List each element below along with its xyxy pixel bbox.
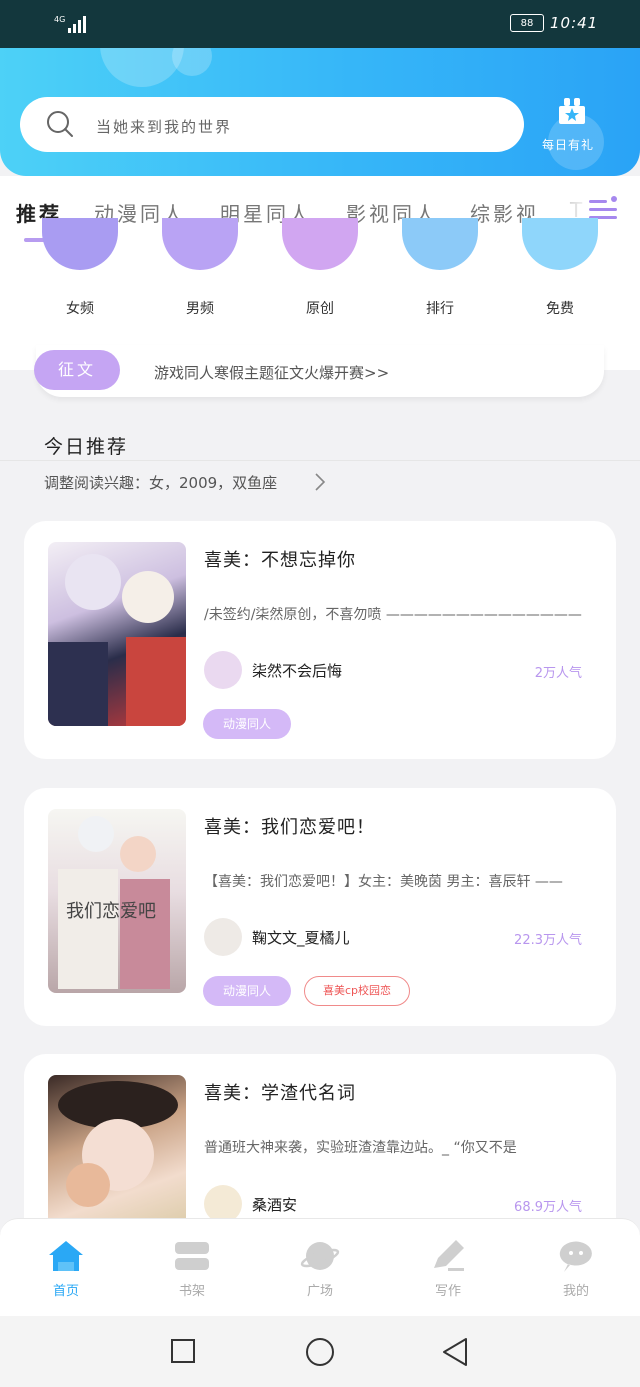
search-input[interactable]: 当她来到我的世界	[96, 116, 232, 137]
divider	[0, 460, 640, 461]
search-icon[interactable]	[46, 110, 74, 138]
contest-link[interactable]: 游戏同人寒假主题征文火爆开赛>>	[154, 362, 389, 383]
popularity-count: 2万人气	[534, 666, 582, 681]
tag-anime-fanfic[interactable]: 动漫同人	[203, 976, 291, 1006]
nav-bookshelf[interactable]: 书架	[162, 1280, 222, 1299]
status-bar	[0, 0, 640, 48]
author-name[interactable]: 桑酒安	[252, 1194, 297, 1215]
profile-icon[interactable]	[556, 1238, 596, 1274]
category-female[interactable]: 女频	[40, 298, 120, 318]
category-original[interactable]: 原创	[280, 298, 360, 318]
book-description: /未签约/柒然原创，不喜勿喷 ——————————————	[204, 607, 582, 623]
book-cover-image[interactable]	[48, 1075, 186, 1235]
book-cover-image[interactable]: 我们恋爱吧	[48, 809, 186, 993]
cover-art	[58, 1081, 178, 1207]
write-icon[interactable]	[428, 1238, 468, 1274]
book-cover-image[interactable]	[48, 542, 186, 726]
home-icon[interactable]	[46, 1238, 86, 1274]
author-avatar[interactable]	[204, 651, 242, 689]
signal-icon: 4G	[54, 15, 86, 33]
home-button-icon[interactable]	[304, 1336, 336, 1368]
back-icon[interactable]	[440, 1336, 470, 1368]
book-description: 【喜美：我们恋爱吧！】女主：美晚茵 男主：喜辰轩 ——	[204, 874, 563, 890]
category-male[interactable]: 男频	[160, 298, 240, 318]
nav-profile[interactable]: 我的	[546, 1280, 606, 1299]
nav-home[interactable]: 首页	[36, 1280, 96, 1299]
author-name[interactable]: 鞠文文_夏橘儿	[252, 927, 350, 948]
category-ranking[interactable]: 排行	[400, 298, 480, 318]
author-avatar[interactable]	[204, 918, 242, 956]
decor-bubble	[172, 48, 212, 76]
battery-icon: 88	[510, 14, 544, 32]
cover-art	[48, 554, 186, 726]
bookshelf-icon[interactable]	[172, 1238, 212, 1274]
svg-text:我们恋爱吧: 我们恋爱吧	[66, 900, 156, 922]
cover-art: 我们恋爱吧	[58, 816, 170, 989]
reading-preferences-link[interactable]: 调整阅读兴趣：女，2009，双鱼座	[44, 472, 277, 493]
book-title[interactable]: 喜美：不想忘掉你	[204, 546, 356, 572]
book-title[interactable]: 喜美：我们恋爱吧！	[204, 813, 375, 839]
tag-campus-romance[interactable]: 喜美cp校园恋	[304, 976, 410, 1006]
section-title: 今日推荐	[44, 436, 129, 458]
book-description: 普通班大神来袭，实验班渣渣靠边站。_ “你又不是	[204, 1140, 517, 1156]
author-name[interactable]: 柒然不会后悔	[252, 660, 342, 681]
popularity-count: 68.9万人气	[514, 1200, 582, 1215]
status-clock: 10:41	[550, 14, 599, 32]
daily-gift-label[interactable]: 每日有礼	[542, 136, 594, 153]
plaza-icon[interactable]	[300, 1238, 340, 1274]
chevron-right-icon[interactable]	[314, 472, 326, 492]
svg-text:4G: 4G	[54, 15, 65, 24]
tag-anime-fanfic[interactable]: 动漫同人	[203, 709, 291, 739]
book-title[interactable]: 喜美：学渣代名词	[204, 1079, 356, 1105]
nav-write[interactable]: 写作	[418, 1280, 478, 1299]
category-free[interactable]: 免费	[520, 298, 600, 318]
gift-icon[interactable]	[556, 96, 588, 126]
popularity-count: 22.3万人气	[514, 933, 582, 948]
contest-badge: 征文	[34, 350, 120, 390]
recent-apps-icon[interactable]	[170, 1338, 196, 1364]
nav-plaza[interactable]: 广场	[290, 1280, 350, 1299]
